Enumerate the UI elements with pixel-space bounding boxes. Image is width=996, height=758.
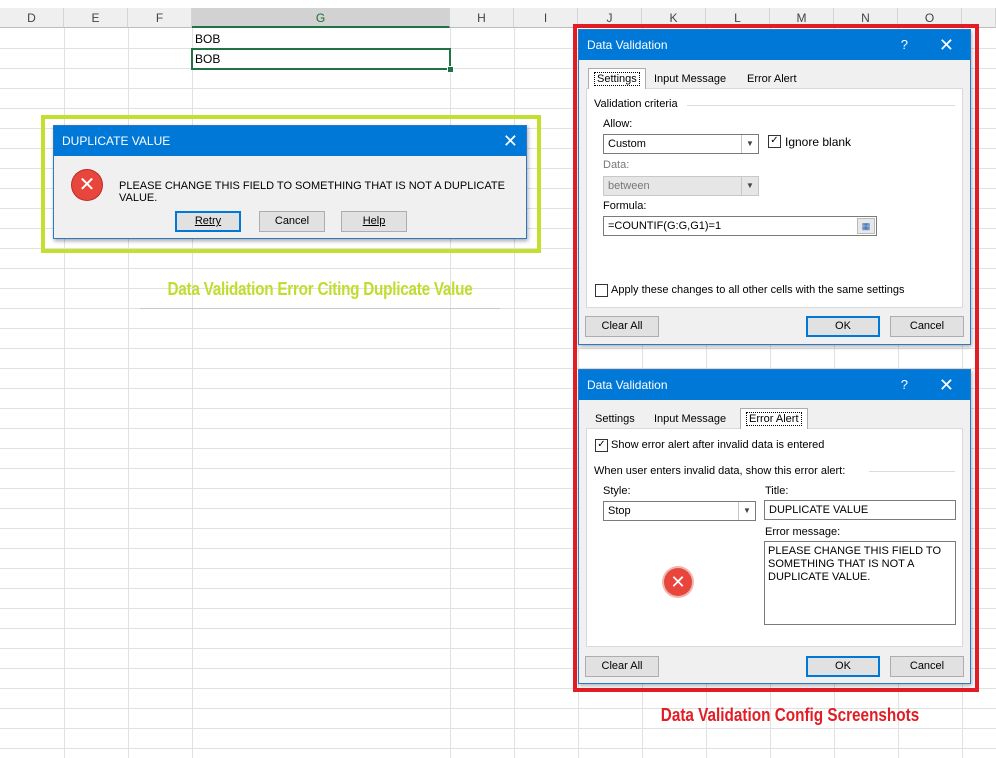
apply-all-label: Apply these changes to all other cells w… [611,284,905,296]
dialog-titlebar: DUPLICATE VALUE ✕ [54,126,526,156]
duplicate-value-error-dialog: DUPLICATE VALUE ✕ ✕ PLEASE CHANGE THIS F… [53,125,527,239]
group-label: When user enters invalid data, show this… [594,465,846,477]
dialog-titlebar: Data Validation ? ✕ [579,30,970,60]
tab-settings[interactable]: Settings [590,409,640,429]
cancel-button[interactable]: Cancel [890,316,964,337]
close-icon[interactable]: ✕ [939,30,954,60]
active-cell[interactable] [191,48,451,70]
clear-all-button[interactable]: Clear All [585,656,659,677]
close-icon[interactable]: ✕ [503,126,518,156]
cell-g2[interactable]: BOB [195,52,220,66]
tab-input-message[interactable]: Input Message [649,409,731,429]
cancel-button[interactable]: Cancel [890,656,964,677]
grid-line [0,728,996,729]
error-icon: ✕ [72,170,102,200]
formula-label: Formula: [603,200,647,212]
ignore-blank-checkbox[interactable]: ✓ [768,135,781,148]
column-header-d[interactable]: D [0,8,64,28]
column-header-f[interactable]: F [128,8,192,28]
grid-line [0,748,996,749]
fill-handle[interactable] [447,66,454,73]
close-icon[interactable]: ✕ [939,370,954,400]
formula-input[interactable]: =COUNTIF(G:G,G1)=1 ▦ [603,216,877,236]
group-divider [687,105,955,106]
caption-right: Data Validation Config Screenshots [660,705,920,725]
range-select-icon[interactable]: ▦ [857,218,875,234]
ok-button[interactable]: OK [806,316,880,337]
dialog-title: Data Validation [587,378,668,392]
help-button[interactable]: Help [341,211,407,232]
data-label: Data: [603,159,630,171]
caption-left: Data Validation Error Citing Duplicate V… [167,279,473,299]
chevron-down-icon: ▼ [738,502,755,520]
data-dropdown: between ▼ [603,176,759,196]
title-input[interactable]: DUPLICATE VALUE [764,500,956,520]
help-icon[interactable]: ? [901,370,908,400]
tab-error-alert[interactable]: Error Alert [742,69,802,89]
group-divider [869,471,955,472]
show-alert-checkbox[interactable]: ✓ [595,439,608,452]
title-label: Title: [765,485,789,497]
group-label: Validation criteria [594,98,678,110]
apply-all-checkbox[interactable] [595,284,608,297]
error-message: PLEASE CHANGE THIS FIELD TO SOMETHING TH… [119,180,505,204]
data-validation-error-alert-dialog: Data Validation ? ✕ Settings Input Messa… [578,369,971,684]
ok-button[interactable]: OK [806,656,880,677]
allow-dropdown[interactable]: Custom ▼ [603,134,759,154]
column-header-e[interactable]: E [64,8,128,28]
retry-button[interactable]: Retry [175,211,241,232]
error-message-textarea[interactable]: PLEASE CHANGE THIS FIELD TO SOMETHING TH… [764,541,956,625]
style-label: Style: [603,485,631,497]
show-alert-label: Show error alert after invalid data is e… [611,439,825,451]
column-header-g[interactable]: G [192,8,450,28]
help-icon[interactable]: ? [901,30,908,60]
clear-all-button[interactable]: Clear All [585,316,659,337]
style-dropdown[interactable]: Stop ▼ [603,501,756,521]
column-header-h[interactable]: H [450,8,514,28]
error-message-label: Error message: [765,526,841,538]
column-header-i[interactable]: I [514,8,578,28]
tab-settings[interactable]: Settings [588,68,646,89]
chevron-down-icon: ▼ [741,135,758,153]
cell-g1[interactable]: BOB [195,32,220,46]
tab-panel [586,88,963,308]
dialog-title: Data Validation [587,38,668,52]
dialog-titlebar: Data Validation ? ✕ [579,370,970,400]
cancel-button[interactable]: Cancel [259,211,325,232]
tab-error-alert[interactable]: Error Alert [740,408,808,429]
ignore-blank-label: Ignore blank [785,135,852,149]
tab-input-message[interactable]: Input Message [649,69,731,89]
dialog-title: DUPLICATE VALUE [62,134,171,148]
data-validation-settings-dialog: Data Validation ? ✕ Settings Input Messa… [578,29,971,345]
caption-underline [140,308,500,309]
chevron-down-icon: ▼ [741,177,758,195]
stop-style-icon: ✕ [664,568,692,596]
allow-label: Allow: [603,118,633,130]
